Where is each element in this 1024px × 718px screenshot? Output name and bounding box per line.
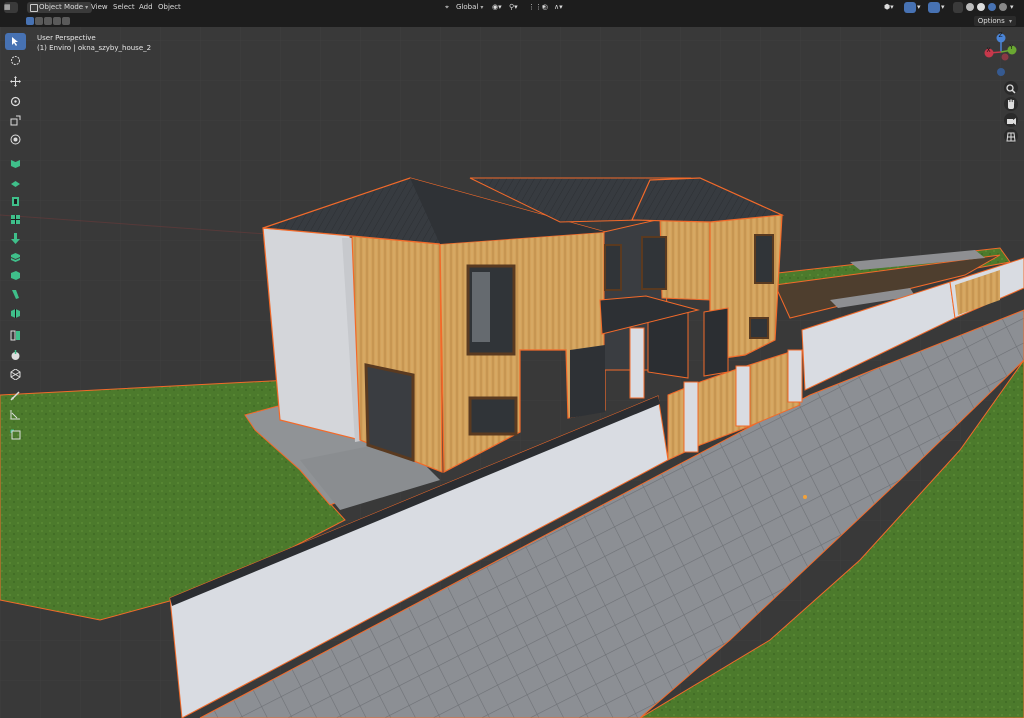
add-object-icon bbox=[10, 429, 21, 440]
scale-icon bbox=[10, 115, 21, 126]
bevel-icon bbox=[11, 215, 20, 224]
mode-dropdown[interactable]: Object Mode ▾ bbox=[27, 2, 93, 13]
collection-label: (1) Enviro | okna_szyby_house_2 bbox=[37, 44, 152, 52]
poly-build-icon bbox=[11, 271, 20, 280]
perspective-toggle-button[interactable] bbox=[1004, 129, 1018, 143]
xray-toggle-icon[interactable] bbox=[953, 2, 963, 13]
view-name-label: User Perspective bbox=[37, 34, 96, 42]
shear-icon bbox=[10, 369, 21, 380]
solid-shading-icon[interactable] bbox=[977, 3, 985, 11]
scene-render bbox=[0, 27, 1024, 718]
measure-icon bbox=[10, 410, 20, 420]
smooth-tool[interactable] bbox=[5, 305, 26, 322]
knife-tool[interactable] bbox=[5, 249, 26, 266]
inset-icon bbox=[12, 197, 19, 206]
shear-tool[interactable] bbox=[5, 366, 26, 383]
annotate-icon bbox=[10, 391, 20, 401]
loop-cut-tool[interactable] bbox=[5, 230, 26, 247]
cursor-icon bbox=[11, 56, 20, 65]
grid-icon bbox=[1006, 132, 1016, 142]
cursor-tool[interactable] bbox=[5, 52, 26, 69]
menu-select[interactable]: Select bbox=[113, 2, 135, 13]
orientation-icon: ⌖ bbox=[445, 3, 449, 11]
material-shading-icon[interactable] bbox=[988, 3, 996, 11]
gizmo-toggle-icon[interactable] bbox=[904, 2, 916, 13]
rendered-shading-icon[interactable] bbox=[999, 3, 1007, 11]
chevron-down-icon: ▾ bbox=[85, 4, 89, 11]
visibility-icon[interactable]: ⬢▾ bbox=[884, 2, 894, 13]
chevron-down-icon[interactable]: ▾ bbox=[917, 2, 921, 13]
navigation-gizmo[interactable]: Z X Y bbox=[984, 30, 1018, 80]
snap-icon[interactable]: ⚲▾ bbox=[509, 2, 518, 13]
loop-cut-icon bbox=[11, 233, 20, 244]
edge-slide-tool[interactable] bbox=[5, 327, 26, 344]
move-icon bbox=[10, 76, 21, 87]
options-dropdown[interactable]: Options ▾ bbox=[973, 16, 1016, 26]
add-cube-icon bbox=[11, 160, 20, 168]
zoom-view-button[interactable] bbox=[1004, 81, 1018, 95]
hand-icon bbox=[1008, 99, 1015, 109]
scale-tool[interactable] bbox=[5, 112, 26, 129]
smooth-icon bbox=[11, 309, 20, 318]
viewport-header: ▦ Object Mode ▾ View Select Add Object ⌖ … bbox=[0, 0, 1024, 27]
pan-view-button[interactable] bbox=[1004, 97, 1018, 111]
pivot-icon[interactable]: ◉▾ bbox=[492, 2, 502, 13]
knife-icon bbox=[11, 253, 20, 262]
select-mode-extend-icon[interactable] bbox=[35, 17, 43, 25]
edge-slide-icon bbox=[10, 330, 20, 341]
bevel-tool[interactable] bbox=[5, 211, 26, 228]
spin-icon bbox=[12, 290, 19, 299]
camera-icon bbox=[1007, 118, 1016, 125]
select-box-icon bbox=[12, 37, 18, 46]
poly-build-tool[interactable] bbox=[5, 267, 26, 284]
chevron-down-icon: ▾ bbox=[480, 4, 484, 11]
camera-view-button[interactable] bbox=[1004, 113, 1018, 127]
shrink-tool[interactable] bbox=[5, 347, 26, 364]
blender-window: ▦ Object Mode ▾ View Select Add Object ⌖ … bbox=[0, 0, 1024, 718]
shrink-icon bbox=[11, 350, 20, 360]
proportional-edit-icon[interactable]: ◎ bbox=[542, 2, 548, 13]
add-cube-tool[interactable] bbox=[5, 155, 26, 172]
rotate-tool[interactable] bbox=[5, 93, 26, 110]
chevron-down-icon: ▾ bbox=[1008, 18, 1012, 25]
move-tool[interactable] bbox=[5, 73, 26, 90]
overlay-toggle-icon[interactable] bbox=[928, 2, 940, 13]
extrude-tool[interactable] bbox=[5, 175, 26, 192]
chevron-down-icon[interactable]: ▾ bbox=[1010, 2, 1014, 13]
object-mode-icon bbox=[30, 4, 38, 12]
wireframe-shading-icon[interactable] bbox=[966, 3, 974, 11]
transform-orientation-dropdown[interactable]: Global ▾ bbox=[456, 2, 483, 13]
select-mode-subtract-icon[interactable] bbox=[44, 17, 52, 25]
measure-tool[interactable] bbox=[5, 406, 26, 423]
menu-object[interactable]: Object bbox=[158, 2, 181, 13]
chevron-down-icon[interactable]: ▾ bbox=[941, 2, 945, 13]
spin-tool[interactable] bbox=[5, 286, 26, 303]
extrude-icon bbox=[11, 181, 20, 187]
select-box-tool[interactable] bbox=[5, 33, 26, 50]
select-mode-new-icon[interactable] bbox=[26, 17, 34, 25]
editor-type-icon[interactable]: ▦ bbox=[4, 2, 18, 13]
add-object-tool[interactable] bbox=[5, 426, 26, 443]
falloff-icon[interactable]: ∧▾ bbox=[554, 2, 563, 13]
select-mode-invert-icon[interactable] bbox=[53, 17, 61, 25]
rotate-icon bbox=[10, 96, 21, 107]
transform-icon bbox=[10, 134, 21, 145]
annotate-tool[interactable] bbox=[5, 387, 26, 404]
menu-add[interactable]: Add bbox=[139, 2, 153, 13]
transform-tool[interactable] bbox=[5, 131, 26, 148]
menu-view[interactable]: View bbox=[91, 2, 108, 13]
select-mode-intersect-icon[interactable] bbox=[62, 17, 70, 25]
zoom-icon bbox=[1006, 84, 1016, 94]
inset-tool[interactable] bbox=[5, 193, 26, 210]
3d-viewport[interactable]: User Perspective (1) Enviro | okna_szyby… bbox=[0, 27, 1024, 718]
